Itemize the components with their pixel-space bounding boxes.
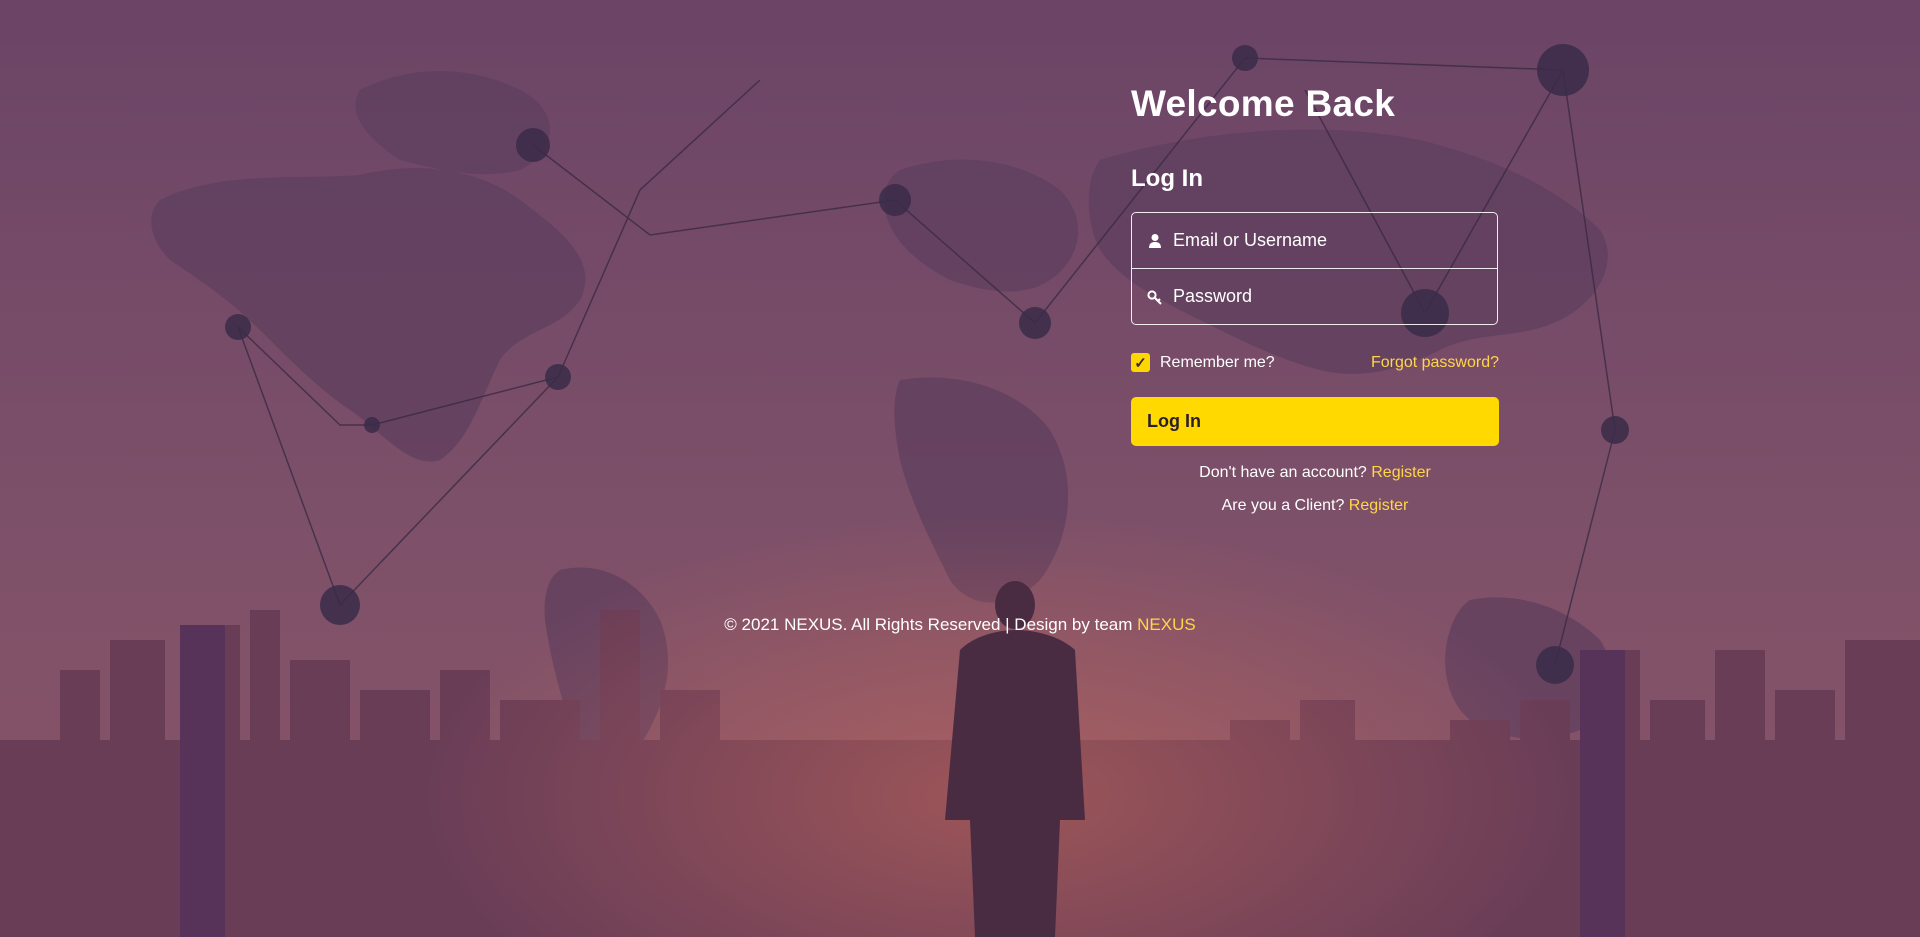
client-register-prompt: Are you a Client? Register (1131, 497, 1499, 515)
key-icon (1146, 288, 1164, 306)
background-image (0, 0, 1920, 937)
username-input[interactable] (1173, 230, 1483, 251)
user-icon (1146, 232, 1164, 250)
client-register-link[interactable]: Register (1349, 497, 1409, 514)
client-question-text: Are you a Client? (1221, 497, 1345, 514)
login-button[interactable]: Log In (1131, 397, 1499, 446)
footer-copyright: © 2021 NEXUS. All Rights Reserved | Desi… (724, 615, 1133, 634)
no-account-text: Don't have an account? (1199, 464, 1367, 481)
remember-me-checkbox[interactable]: ✓ (1131, 353, 1150, 372)
page-title: Welcome Back (1131, 83, 1396, 124)
footer-brand-link[interactable]: NEXUS (1137, 615, 1196, 634)
credentials-group (1131, 212, 1498, 325)
login-panel: Welcome Back Log In ✓ (1131, 82, 1499, 515)
forgot-password-link[interactable]: Forgot password? (1371, 354, 1499, 372)
remember-me-label: Remember me? (1160, 353, 1275, 371)
login-heading: Log In (1131, 165, 1203, 192)
remember-me-option[interactable]: ✓ Remember me? (1131, 353, 1275, 372)
footer: © 2021 NEXUS. All Rights Reserved | Desi… (0, 615, 1920, 635)
password-row (1132, 268, 1497, 324)
register-prompt: Don't have an account? Register (1131, 464, 1499, 482)
options-row: ✓ Remember me? Forgot password? (1131, 353, 1499, 372)
check-icon: ✓ (1134, 354, 1147, 372)
username-row (1132, 213, 1497, 268)
password-input[interactable] (1173, 286, 1483, 307)
register-link[interactable]: Register (1371, 464, 1431, 481)
